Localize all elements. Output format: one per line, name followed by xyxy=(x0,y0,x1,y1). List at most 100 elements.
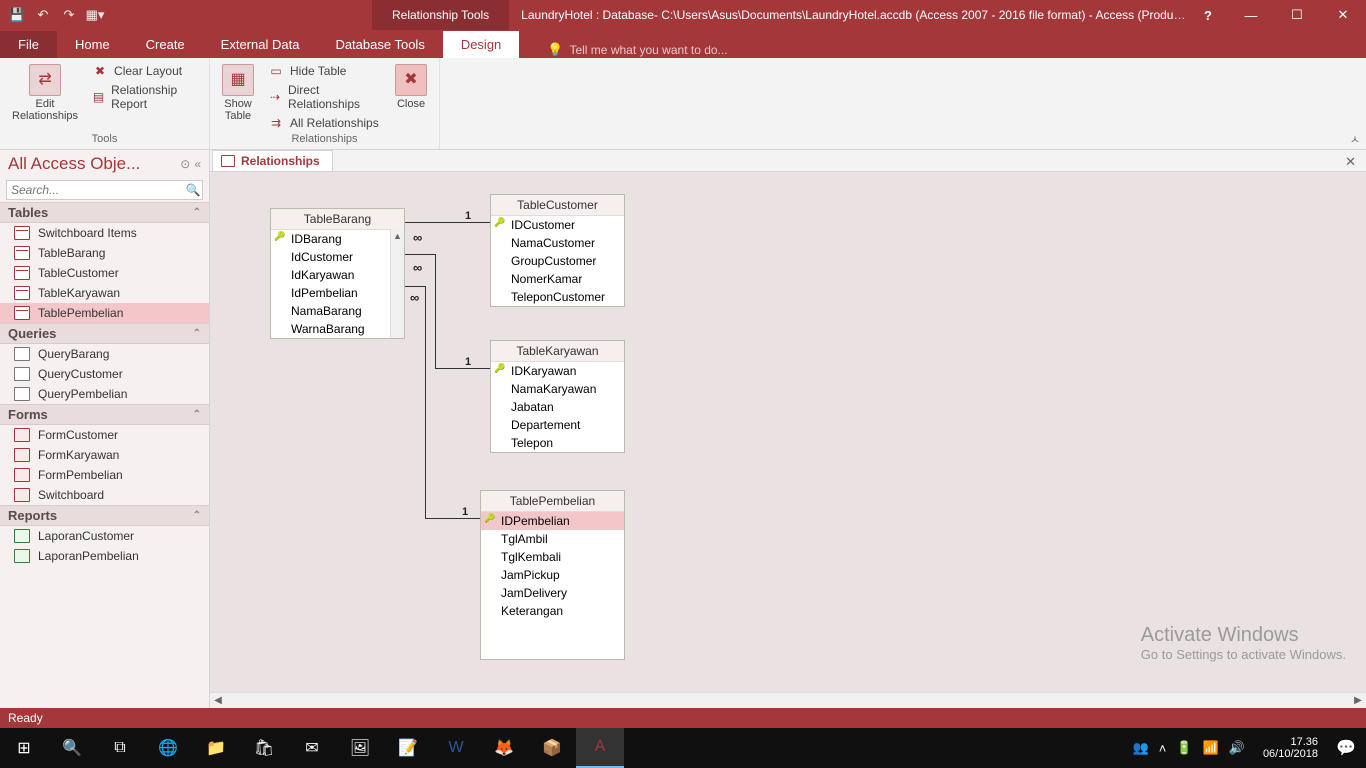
rtable-karyawan[interactable]: TableKaryawan IDKaryawan NamaKaryawan Ja… xyxy=(490,340,625,453)
field-idcustomer[interactable]: IDCustomer xyxy=(491,216,624,234)
start-button[interactable]: ⊞ xyxy=(0,728,48,768)
tab-database-tools[interactable]: Database Tools xyxy=(317,31,442,58)
field-idkaryawan[interactable]: IDKaryawan xyxy=(491,362,624,380)
field-idkaryawan[interactable]: IdKaryawan xyxy=(271,266,404,284)
nav-item-tablekaryawan[interactable]: TableKaryawan xyxy=(0,283,209,303)
maximize-button[interactable]: ☐ xyxy=(1274,0,1320,30)
relationships-canvas[interactable]: TableBarang IDBarang IdCustomer IdKaryaw… xyxy=(210,172,1366,692)
store-icon[interactable]: 🛍 xyxy=(240,728,288,768)
save-icon[interactable]: 💾 xyxy=(8,6,26,24)
field-idpembelian[interactable]: IDPembelian xyxy=(481,512,624,530)
minimize-button[interactable]: ― xyxy=(1228,0,1274,30)
field-departement[interactable]: Departement xyxy=(491,416,624,434)
nav-item-switchboard[interactable]: Switchboard xyxy=(0,485,209,505)
field-namacustomer[interactable]: NamaCustomer xyxy=(491,234,624,252)
photos-icon[interactable]: 🖼 xyxy=(336,728,384,768)
nav-group-forms[interactable]: Forms⌃ xyxy=(0,404,209,425)
taskbar-clock[interactable]: 17.36 06/10/2018 xyxy=(1255,736,1326,760)
scroll-left-icon[interactable]: ◀ xyxy=(210,695,226,706)
nav-collapse-icon[interactable]: « xyxy=(194,157,201,171)
firefox-icon[interactable]: 🦊 xyxy=(480,728,528,768)
scroll-right-icon[interactable]: ▶ xyxy=(1350,695,1366,706)
redo-icon[interactable]: ↷ xyxy=(60,6,78,24)
nav-item-querycustomer[interactable]: QueryCustomer xyxy=(0,364,209,384)
battery-icon[interactable]: 🔋 xyxy=(1176,740,1192,756)
scrollbar[interactable]: ▲ xyxy=(390,229,404,338)
document-tab-relationships[interactable]: Relationships xyxy=(212,150,333,171)
field-jamdelivery[interactable]: JamDelivery xyxy=(481,584,624,602)
nav-item-laporancustomer[interactable]: LaporanCustomer xyxy=(0,526,209,546)
notifications-icon[interactable]: 💬 xyxy=(1326,728,1366,768)
nav-item-querypembelian[interactable]: QueryPembelian xyxy=(0,384,209,404)
nav-title[interactable]: All Access Obje... xyxy=(8,154,140,174)
clear-layout-button[interactable]: ✖Clear Layout xyxy=(88,62,201,80)
scroll-up-icon[interactable]: ▲ xyxy=(391,229,404,243)
help-icon[interactable]: ? xyxy=(1188,0,1228,30)
wifi-icon[interactable]: 📶 xyxy=(1203,740,1219,756)
nav-item-querybarang[interactable]: QueryBarang xyxy=(0,344,209,364)
nav-item-tablebarang[interactable]: TableBarang xyxy=(0,243,209,263)
close-button[interactable]: ✕ xyxy=(1320,0,1366,30)
direct-relationships-button[interactable]: ⇢Direct Relationships xyxy=(264,82,385,112)
word-icon[interactable]: W xyxy=(432,728,480,768)
nav-item-formkaryawan[interactable]: FormKaryawan xyxy=(0,445,209,465)
mail-icon[interactable]: ✉ xyxy=(288,728,336,768)
field-nomerkamar[interactable]: NomerKamar xyxy=(491,270,624,288)
nav-item-formpembelian[interactable]: FormPembelian xyxy=(0,465,209,485)
field-idcustomer[interactable]: IdCustomer xyxy=(271,248,404,266)
relationship-report-button[interactable]: ▤Relationship Report xyxy=(88,82,201,112)
tell-me-search[interactable]: 💡Tell me what you want to do... xyxy=(519,42,1366,58)
field-teleponcustomer[interactable]: TeleponCustomer xyxy=(491,288,624,306)
rtable-customer[interactable]: TableCustomer IDCustomer NamaCustomer Gr… xyxy=(490,194,625,307)
collapse-ribbon-icon[interactable]: ㅅ xyxy=(1350,131,1360,147)
nav-group-tables[interactable]: Tables⌃ xyxy=(0,202,209,223)
nav-dropdown-icon[interactable]: ⊙ xyxy=(180,157,190,171)
rtable-barang[interactable]: TableBarang IDBarang IdCustomer IdKaryaw… xyxy=(270,208,405,339)
access-icon[interactable]: A xyxy=(576,728,624,768)
qat-custom-icon[interactable]: ▦▾ xyxy=(86,6,104,24)
undo-icon[interactable]: ↶ xyxy=(34,6,52,24)
app-icon[interactable]: 📦 xyxy=(528,728,576,768)
search-icon[interactable]: 🔍 xyxy=(184,183,202,197)
edit-relationships-button[interactable]: ⇄ Edit Relationships xyxy=(8,62,82,124)
edge-icon[interactable]: 🌐 xyxy=(144,728,192,768)
nav-item-tablepembelian[interactable]: TablePembelian xyxy=(0,303,209,323)
nav-item-laporanpembelian[interactable]: LaporanPembelian xyxy=(0,546,209,566)
nav-search[interactable]: 🔍 xyxy=(6,180,203,200)
horizontal-scrollbar[interactable]: ◀ ▶ xyxy=(210,692,1366,708)
task-view-button[interactable]: ⧉ xyxy=(96,728,144,768)
close-relationships-button[interactable]: ✖ Close xyxy=(391,62,431,112)
show-table-button[interactable]: ▦ Show Table xyxy=(218,62,258,124)
close-tab-icon[interactable]: ✕ xyxy=(1345,154,1356,170)
tab-create[interactable]: Create xyxy=(128,31,203,58)
field-keterangan[interactable]: Keterangan xyxy=(481,602,624,620)
hide-table-button[interactable]: ▭Hide Table xyxy=(264,62,385,80)
field-namakaryawan[interactable]: NamaKaryawan xyxy=(491,380,624,398)
field-namabarang[interactable]: NamaBarang xyxy=(271,302,404,320)
all-relationships-button[interactable]: ⇉All Relationships xyxy=(264,114,385,132)
field-tglkembali[interactable]: TglKembali xyxy=(481,548,624,566)
search-input[interactable] xyxy=(7,181,184,199)
field-idbarang[interactable]: IDBarang xyxy=(271,230,404,248)
nav-item-tablecustomer[interactable]: TableCustomer xyxy=(0,263,209,283)
field-jampickup[interactable]: JamPickup xyxy=(481,566,624,584)
field-idpembelian[interactable]: IdPembelian xyxy=(271,284,404,302)
nav-group-reports[interactable]: Reports⌃ xyxy=(0,505,209,526)
system-tray[interactable]: 👥 ˄ 🔋 📶 🔊 xyxy=(1123,740,1255,756)
field-groupcustomer[interactable]: GroupCustomer xyxy=(491,252,624,270)
rtable-pembelian[interactable]: TablePembelian IDPembelian TglAmbil TglK… xyxy=(480,490,625,660)
field-telepon[interactable]: Telepon xyxy=(491,434,624,452)
nav-item-formcustomer[interactable]: FormCustomer xyxy=(0,425,209,445)
volume-icon[interactable]: 🔊 xyxy=(1229,740,1245,756)
tab-design[interactable]: Design xyxy=(443,31,519,58)
search-button[interactable]: 🔍 xyxy=(48,728,96,768)
field-warnabarang[interactable]: WarnaBarang xyxy=(271,320,404,338)
field-tglambil[interactable]: TglAmbil xyxy=(481,530,624,548)
tab-external-data[interactable]: External Data xyxy=(203,31,318,58)
nav-group-queries[interactable]: Queries⌃ xyxy=(0,323,209,344)
tray-up-icon[interactable]: ˄ xyxy=(1159,741,1167,756)
field-jabatan[interactable]: Jabatan xyxy=(491,398,624,416)
nav-item-switchboard-items[interactable]: Switchboard Items xyxy=(0,223,209,243)
people-icon[interactable]: 👥 xyxy=(1133,740,1149,756)
file-explorer-icon[interactable]: 📁 xyxy=(192,728,240,768)
